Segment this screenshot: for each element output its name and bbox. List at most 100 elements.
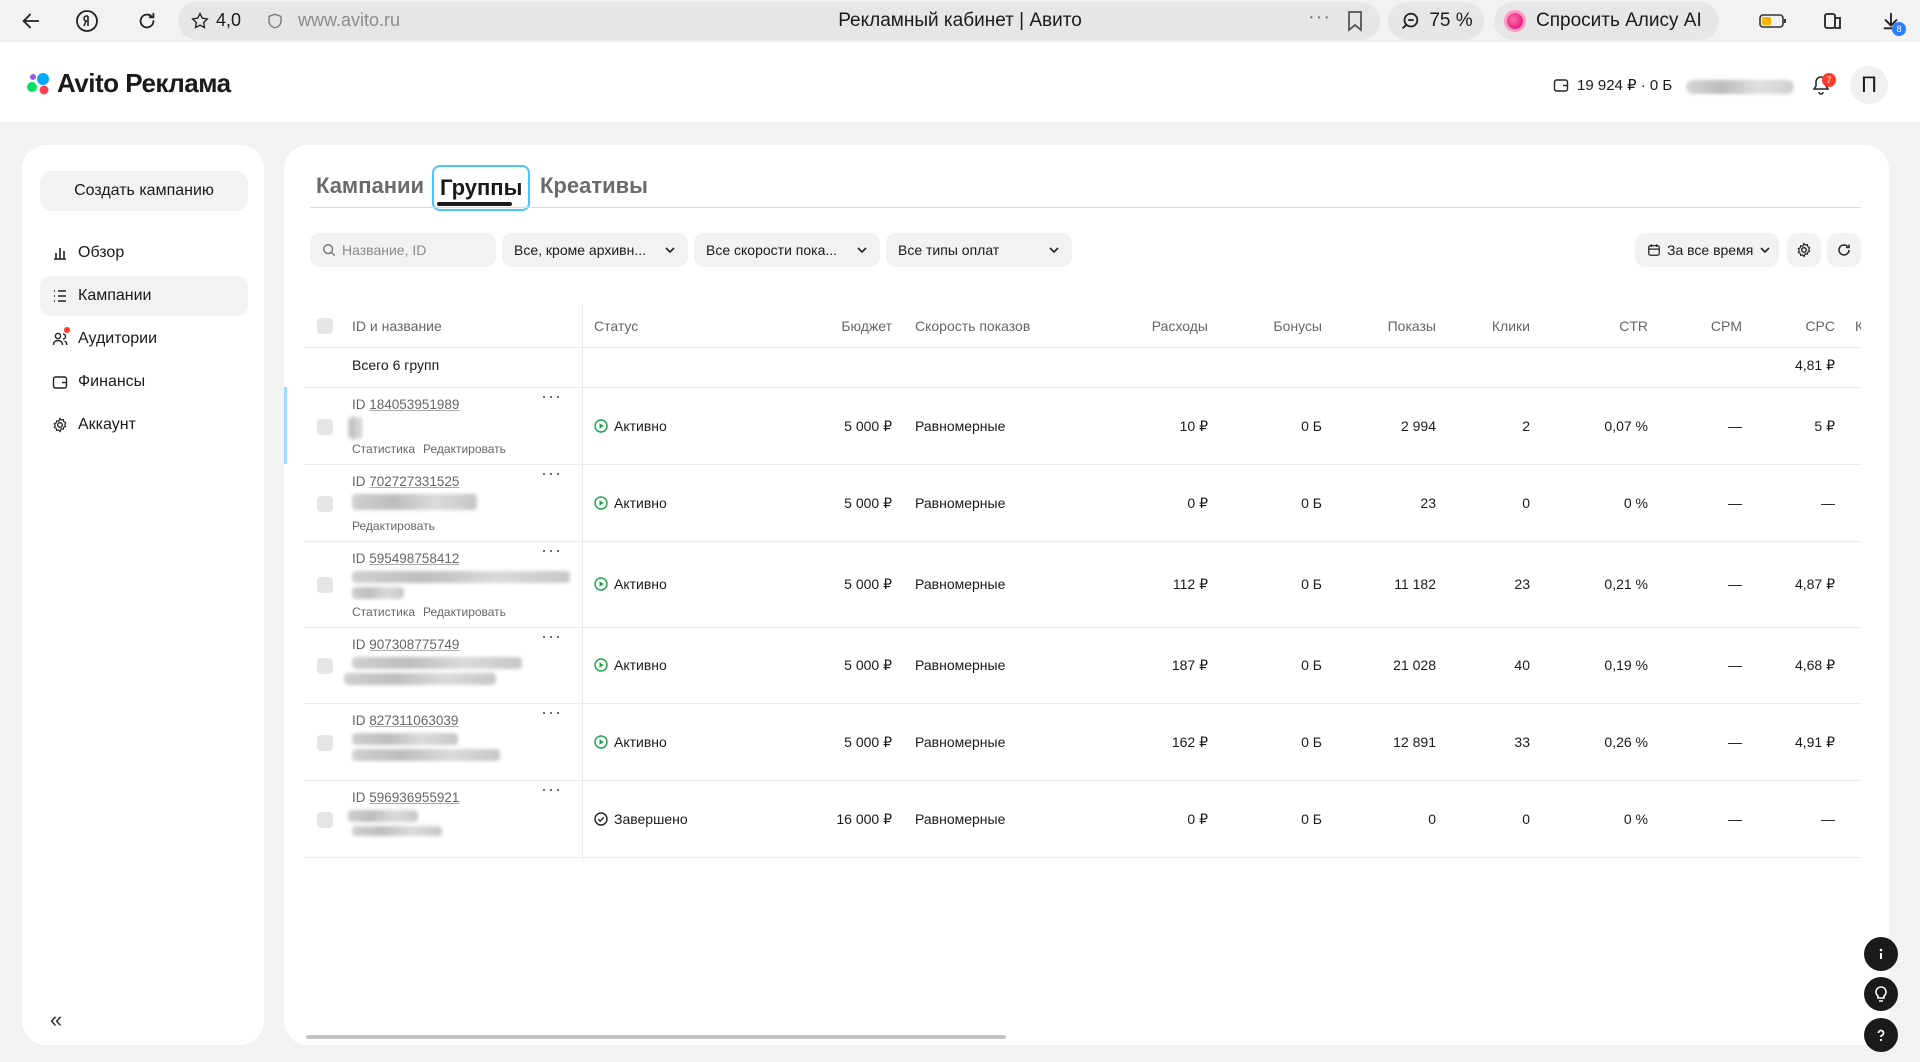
settings-button[interactable] [1787, 233, 1821, 267]
id-number[interactable]: 907308775749 [369, 637, 459, 652]
spend-cell: 10 ₽ [1179, 417, 1208, 434]
row-checkbox[interactable] [317, 658, 333, 674]
row-actions: Статистика Редактировать [352, 605, 514, 619]
period-dropdown[interactable]: За все время [1635, 233, 1779, 267]
column-header-bonus[interactable]: Бонусы [1224, 305, 1322, 347]
ask-alisa-button[interactable]: Спросить Алису AI [1494, 2, 1719, 40]
user-name-blurred[interactable] [1686, 80, 1794, 94]
column-header-cpm[interactable]: CPM [1654, 305, 1742, 347]
status-filter-dropdown[interactable]: Все, кроме архивн... [502, 233, 688, 267]
budget-cell: 5 000 ₽ [844, 494, 892, 511]
info-button[interactable] [1864, 937, 1898, 971]
sidebar-item-overview[interactable]: Обзор [40, 233, 248, 273]
status-cell: Активно [594, 657, 667, 673]
column-header-id[interactable]: ID и название [352, 305, 442, 347]
more-dots-icon[interactable]: ··· [1308, 6, 1331, 29]
row-checkbox[interactable] [317, 418, 333, 435]
column-header-budget[interactable]: Бюджет [744, 305, 892, 347]
status-text: Активно [614, 494, 667, 511]
column-header-status[interactable]: Статус [594, 305, 638, 347]
group-id[interactable]: ID 595498758412 [352, 551, 459, 566]
balance[interactable]: 19 924 ₽ · 0 Б [1553, 76, 1672, 94]
edit-link[interactable]: Редактировать [352, 519, 435, 533]
avatar[interactable]: П [1850, 66, 1888, 104]
row-menu-icon[interactable]: ··· [541, 463, 562, 484]
row-checkbox[interactable] [317, 495, 333, 512]
extensions-icon[interactable] [1818, 6, 1848, 36]
group-name-blurred[interactable] [352, 749, 500, 761]
tips-button[interactable] [1864, 977, 1898, 1011]
id-number[interactable]: 184053951989 [369, 397, 459, 412]
refresh-button[interactable] [1827, 233, 1861, 267]
tab-campaigns[interactable]: Кампании [310, 165, 430, 207]
shows-cell: 23 [1420, 494, 1436, 511]
column-header-clicks[interactable]: Клики [1444, 305, 1530, 347]
row-menu-icon[interactable]: ··· [541, 626, 562, 647]
group-name-blurred[interactable] [352, 826, 442, 836]
row-menu-icon[interactable]: ··· [541, 702, 562, 723]
group-id[interactable]: ID 702727331525 [352, 474, 459, 489]
speed-cell: Равномерные [915, 494, 1006, 511]
id-prefix: ID [352, 637, 366, 652]
spend-cell: 162 ₽ [1171, 733, 1208, 750]
budget-cell: 5 000 ₽ [844, 657, 892, 673]
id-number[interactable]: 595498758412 [369, 551, 459, 566]
payment-filter-dropdown[interactable]: Все типы оплат [886, 233, 1072, 267]
row-checkbox[interactable] [317, 811, 333, 828]
column-header-cpc[interactable]: CPC [1744, 305, 1835, 347]
horizontal-scrollbar[interactable] [306, 1035, 1006, 1039]
shield-icon[interactable] [266, 11, 284, 31]
edit-link[interactable]: Редактировать [423, 605, 506, 619]
id-number[interactable]: 702727331525 [369, 474, 459, 489]
search-field[interactable] [310, 233, 496, 267]
group-id[interactable]: ID 827311063039 [352, 713, 458, 728]
select-all-checkbox[interactable] [317, 318, 333, 334]
group-name-blurred[interactable] [348, 417, 362, 439]
column-header-shows[interactable]: Показы [1324, 305, 1436, 347]
group-name-blurred[interactable] [352, 571, 570, 583]
search-input[interactable] [342, 242, 482, 258]
statistics-link[interactable]: Статистика [352, 605, 415, 619]
sidebar-item-account[interactable]: Аккаунт [40, 405, 248, 445]
group-name-blurred[interactable] [352, 733, 458, 745]
tab-creatives[interactable]: Креативы [534, 165, 654, 207]
group-name-blurred[interactable] [352, 657, 522, 669]
url-text[interactable]: www.avito.ru [298, 10, 400, 31]
group-name-blurred[interactable] [352, 494, 477, 510]
avito-logo[interactable]: Avito Реклама [25, 68, 231, 99]
cpc-cell: 4,87 ₽ [1794, 576, 1835, 592]
sidebar-item-finance[interactable]: Финансы [40, 362, 248, 402]
group-name-blurred[interactable] [352, 587, 404, 599]
sidebar-item-campaigns[interactable]: Кампании [40, 276, 248, 316]
site-rating[interactable]: 4,0 [190, 10, 241, 31]
sidebar-item-audiences[interactable]: Аудитории [40, 319, 248, 359]
row-menu-icon[interactable]: ··· [541, 540, 562, 561]
id-number[interactable]: 596936955921 [369, 790, 459, 805]
column-header-spend[interactable]: Расходы [1054, 305, 1208, 347]
column-header-truncated[interactable]: К [1855, 305, 1861, 347]
column-header-ctr[interactable]: CTR [1534, 305, 1648, 347]
help-button[interactable] [1864, 1018, 1898, 1052]
group-name-blurred[interactable] [344, 673, 496, 685]
ask-alisa-label: Спросить Алису AI [1536, 10, 1702, 31]
create-campaign-button[interactable]: Создать кампанию [40, 171, 248, 211]
group-id[interactable]: ID 907308775749 [352, 637, 459, 652]
collapse-sidebar-icon[interactable]: « [50, 1007, 62, 1033]
zoom-button[interactable]: 75 % [1388, 2, 1484, 40]
edit-link[interactable]: Редактировать [423, 442, 506, 456]
row-menu-icon[interactable]: ··· [541, 386, 562, 407]
group-name-blurred[interactable] [348, 810, 418, 822]
bookmark-icon[interactable] [1346, 10, 1364, 32]
group-id[interactable]: ID 596936955921 [352, 790, 459, 805]
id-number[interactable]: 827311063039 [369, 713, 458, 728]
group-id[interactable]: ID 184053951989 [352, 397, 459, 412]
reload-icon[interactable] [132, 6, 162, 36]
row-menu-icon[interactable]: ··· [541, 779, 562, 800]
back-arrow-icon[interactable] [16, 6, 46, 36]
column-header-speed[interactable]: Скорость показов [915, 305, 1030, 347]
statistics-link[interactable]: Статистика [352, 442, 415, 456]
speed-filter-dropdown[interactable]: Все скорости пока... [694, 233, 880, 267]
row-checkbox[interactable] [317, 577, 333, 593]
row-checkbox[interactable] [317, 734, 333, 751]
yandex-icon[interactable] [72, 6, 102, 36]
